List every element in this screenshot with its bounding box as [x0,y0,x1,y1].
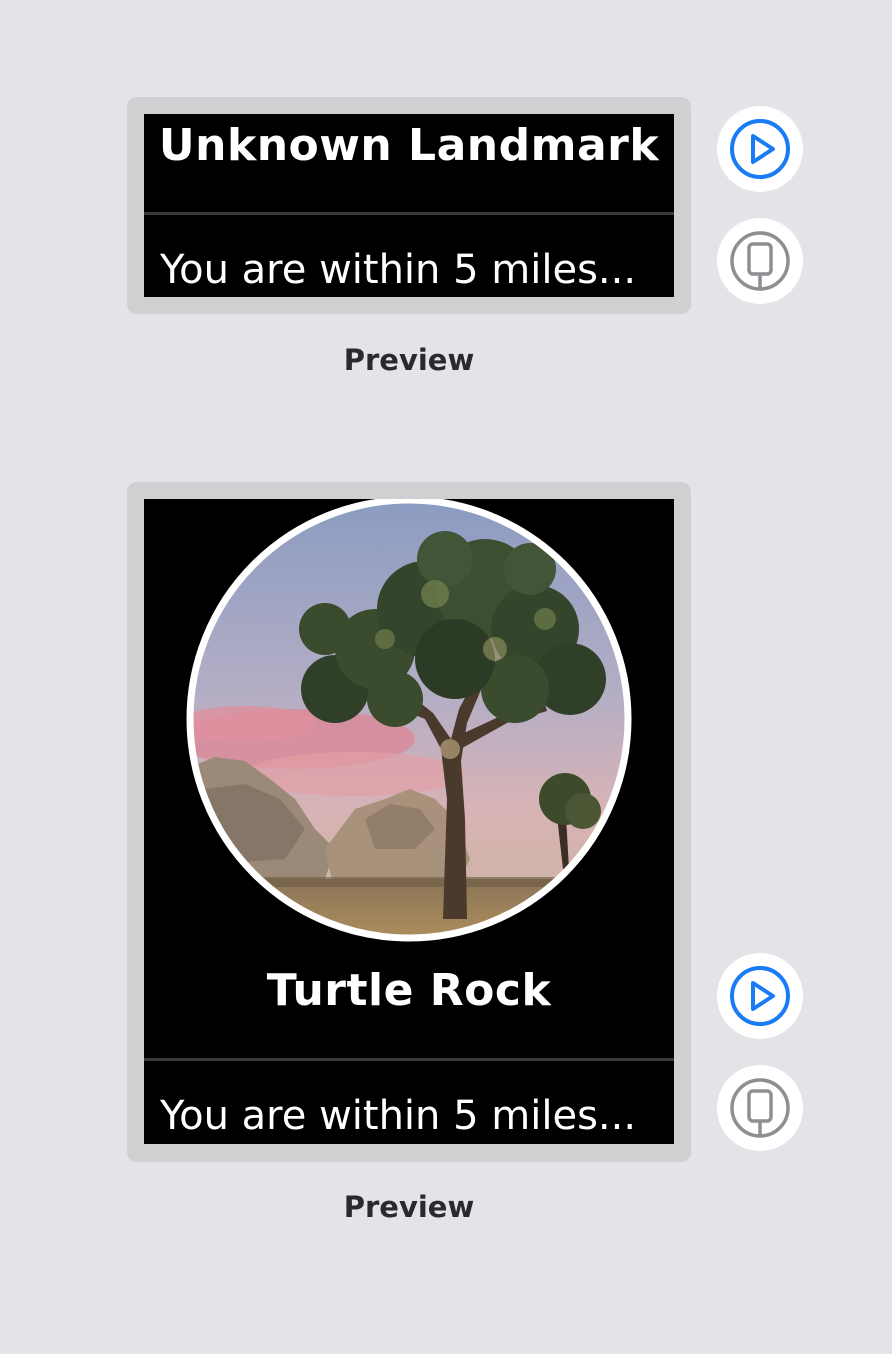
device-icon [730,231,790,291]
divider [144,1058,674,1061]
divider [144,212,674,215]
live-preview-button[interactable] [717,953,803,1039]
preview-label: Preview [343,1190,475,1224]
preview-frame-2: Turtle Rock You are within 5 miles... [127,482,691,1162]
watch-screen-1: Unknown Landmark You are within 5 miles.… [144,114,674,297]
landmark-title: Unknown Landmark [158,120,660,171]
play-circle-icon [730,966,790,1026]
preview-on-device-button[interactable] [717,1065,803,1151]
live-preview-button[interactable] [717,106,803,192]
notification-message: You are within 5 miles... [160,247,637,293]
landmark-image [186,499,632,942]
device-icon [730,1078,790,1138]
preview-frame-1: Unknown Landmark You are within 5 miles.… [127,97,691,314]
watch-screen-2: Turtle Rock You are within 5 miles... [144,499,674,1144]
preview-label: Preview [343,343,475,377]
play-circle-icon [730,119,790,179]
preview-on-device-button[interactable] [717,218,803,304]
notification-message: You are within 5 miles... [160,1093,637,1139]
landmark-title: Turtle Rock [266,965,552,1016]
